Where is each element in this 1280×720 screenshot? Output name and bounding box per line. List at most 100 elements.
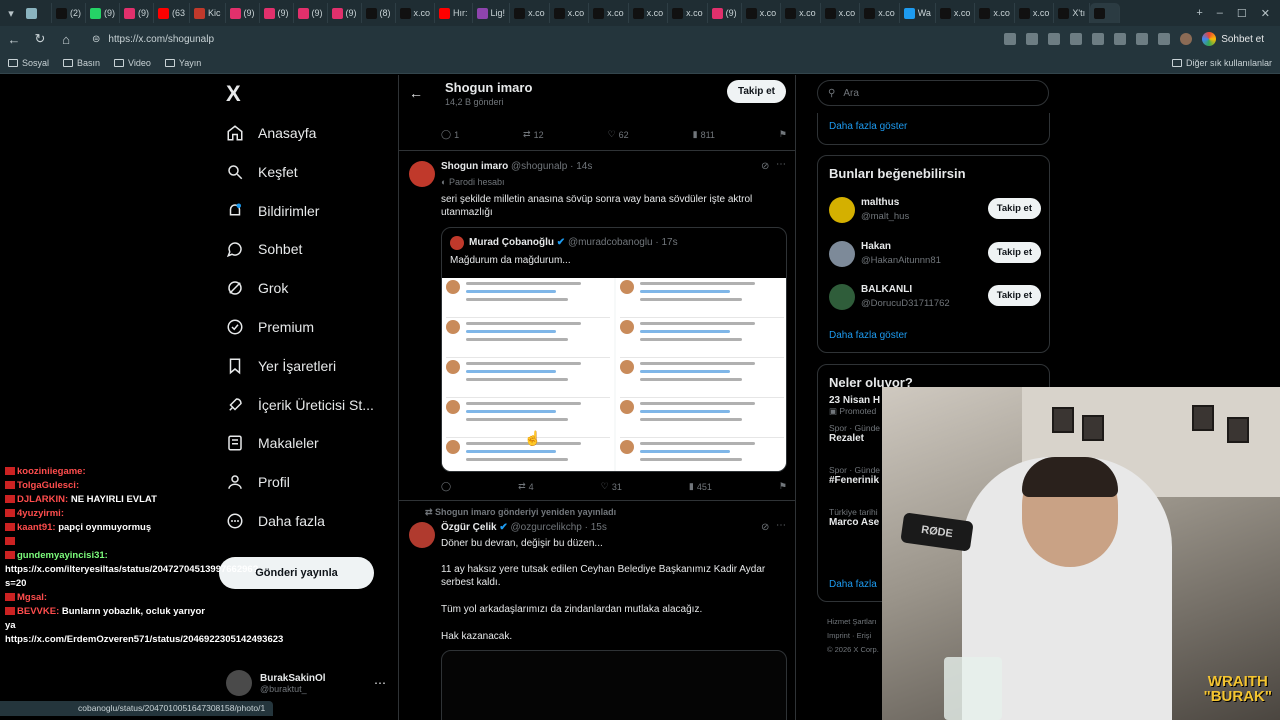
repost-label[interactable]: ⇄ Shogun imaro gönderiyi yeniden yayınla… [425,507,616,518]
browser-tab[interactable]: (63 [154,3,191,23]
avatar[interactable] [409,161,435,187]
extension-icon[interactable] [1026,33,1039,45]
browser-tab[interactable]: Kic [190,3,226,23]
back-icon[interactable]: ← [6,32,22,47]
browser-tab[interactable]: Lig! [473,3,511,23]
reply-button[interactable]: ◯ [441,481,451,492]
extension-icon[interactable] [1158,33,1171,45]
footer-link[interactable]: Hizmet Şartları [827,615,879,629]
follow-button[interactable]: Takip et [987,198,1041,219]
sidebar-item-rocket[interactable]: İçerik Üreticisi St... [226,392,374,418]
browser-tab[interactable]: x.co [742,3,782,23]
maximize-button[interactable]: ☐ [1237,7,1247,20]
bookmark-folder[interactable]: Video [114,58,151,68]
browser-tab[interactable]: x.co [629,3,669,23]
trend-item[interactable]: 23 Nisan H ▣ Promoted [829,395,880,417]
browser-tab[interactable]: x.co [510,3,550,23]
browser-tab[interactable]: (9) [328,3,362,23]
follow-button[interactable]: Takip et [726,80,786,103]
browser-tab[interactable]: x.co [781,3,821,23]
extension-icon[interactable] [1004,33,1017,45]
sidebar-item-search[interactable]: Keşfet [226,159,298,185]
browser-tab[interactable]: x.co [396,3,436,23]
follow-button[interactable]: Takip et [987,285,1041,306]
show-more-link[interactable]: Daha fazla [829,579,877,590]
browser-tab[interactable]: x.co [1015,3,1055,23]
sidebar-item-more-circle[interactable]: Daha fazla [226,508,325,534]
chat-button[interactable]: Sohbet et [1202,32,1264,46]
bookmark-folder[interactable]: Sosyal [8,58,49,68]
account-switcher[interactable]: BurakSakinOl @buraktut_ ⋯ [226,670,386,696]
avatar[interactable] [409,522,435,548]
views-button[interactable]: ▮ 811 [693,129,715,140]
trend-item[interactable]: Türkiye tarihi Marco Ase [829,507,879,528]
quote-image[interactable] [442,278,786,471]
browser-tab[interactable]: x.co [668,3,708,23]
x-logo[interactable]: X [226,81,241,107]
reply-button[interactable]: ◯ 1 [441,129,459,140]
browser-tab[interactable] [1090,3,1121,23]
bookmark-folder[interactable]: Basın [63,58,100,68]
show-more-link[interactable]: Daha fazla göster [829,121,907,132]
sidebar-item-chat[interactable]: Sohbet [226,236,302,262]
footer-link[interactable]: Imprint · Erişi [827,629,879,643]
show-more-link[interactable]: Daha fazla göster [829,330,907,341]
post-video[interactable] [441,650,787,720]
sidebar-item-person[interactable]: Profil [226,469,290,495]
browser-tab[interactable]: (9) [226,3,260,23]
extension-icon[interactable] [1070,33,1083,45]
browser-tab[interactable]: (9) [294,3,328,23]
browser-tab[interactable]: x.co [975,3,1015,23]
like-button[interactable]: ♡ 31 [601,481,622,492]
sidebar-item-grok[interactable]: Grok [226,275,288,301]
sidebar-item-verified[interactable]: Premium [226,314,314,340]
tab-menu-icon[interactable]: ▾ [0,2,22,24]
bookmark-button[interactable]: ⚑ [779,481,787,492]
views-button[interactable]: ▮ 451 [689,481,712,492]
follow-button[interactable]: Takip et [987,241,1041,263]
extension-icon[interactable] [1092,33,1105,45]
quoted-post[interactable]: Murad Çobanoğlu ✔ @muradcobanoglu · 17s … [441,227,787,472]
other-bookmarks[interactable]: Diğer sık kullanılanlar [1171,58,1272,68]
browser-tab[interactable]: Wa [900,3,936,23]
browser-tab[interactable]: (9) [120,3,154,23]
browser-tab[interactable]: (9) [708,3,742,23]
repost-button[interactable]: ⇄ 12 [523,129,544,140]
sidebar-item-article[interactable]: Makaleler [226,430,319,456]
browser-tab[interactable]: x.co [550,3,590,23]
favorite-star-icon[interactable] [1048,33,1061,45]
new-tab-button[interactable]: + [1196,7,1202,20]
extension-icon[interactable] [1114,33,1127,45]
browser-tab[interactable]: (8) [362,3,396,23]
search-input[interactable]: ⚲ Ara [817,80,1049,106]
sidebar-item-bookmark[interactable]: Yer İşaretleri [226,353,336,379]
back-arrow-icon[interactable]: ← [409,85,423,101]
profile-avatar-icon[interactable] [1180,33,1193,45]
post-author[interactable]: Özgür Çelik ✔ @ozgurcelikchp · 15s [441,522,607,533]
browser-tab[interactable]: Hır: [435,3,473,23]
more-dots-icon[interactable]: ⋯ [776,159,786,170]
like-button[interactable]: ♡ 62 [608,129,629,140]
grok-icon[interactable]: ⊘ [761,161,769,172]
browser-tab[interactable]: x.co [860,3,900,23]
grok-icon[interactable]: ⊘ [761,522,769,533]
trend-item[interactable]: Spor · Günde Rezalet [829,423,880,444]
post-author[interactable]: Shogun imaro @shogunalp · 14s [441,161,592,172]
browser-tab[interactable] [22,3,52,23]
browser-tab[interactable]: x.co [936,3,976,23]
bookmark-button[interactable]: ⚑ [779,129,787,140]
site-info-icon[interactable]: ⊜ [92,34,100,45]
browser-tab[interactable]: x.co [821,3,861,23]
follow-suggestion[interactable]: malthus @malt_hus Takip et [829,195,1041,227]
reload-icon[interactable]: ↻ [32,31,48,47]
browser-tab[interactable]: (9) [86,3,120,23]
close-window-button[interactable]: ✕ [1261,7,1270,20]
minimize-button[interactable]: – [1217,7,1223,20]
browser-tab[interactable]: (9) [260,3,294,23]
browser-tab[interactable]: X'tı [1054,3,1091,23]
sidebar-item-bell[interactable]: Bildirimler [226,198,319,224]
browser-tab[interactable]: (2) [52,3,86,23]
repost-button[interactable]: ⇄ 4 [518,481,534,492]
follow-suggestion[interactable]: Hakan @HakanAitunnn81 Takip et [829,239,1041,271]
trend-item[interactable]: Spor · Günde #Fenerinik [829,465,880,486]
